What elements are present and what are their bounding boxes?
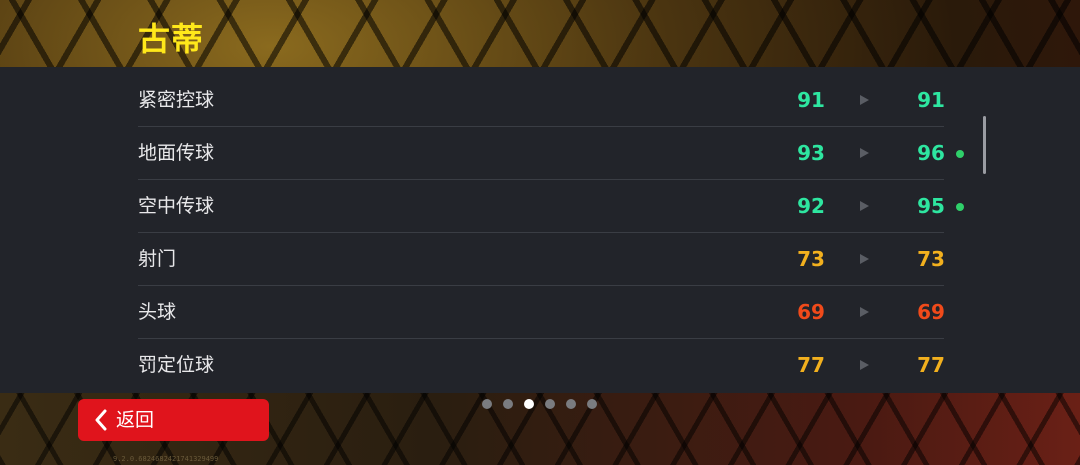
stats-panel: 紧密控球 91 91 地面传球 93 96 空中传球 92 95 射门 73 73 头球 69 69 罚定位球… xyxy=(0,67,1080,393)
arrow-right-icon xyxy=(860,360,869,370)
upgrade-dot-icon xyxy=(956,203,964,211)
stat-label: 罚定位球 xyxy=(138,354,215,376)
player-name: 古蒂 xyxy=(138,20,205,58)
back-button[interactable]: 返回 xyxy=(78,399,269,441)
arrow-right-icon xyxy=(860,307,869,317)
stat-label: 射门 xyxy=(138,248,177,270)
stat-row: 地面传球 93 96 xyxy=(138,127,964,180)
stat-value-after: 73 xyxy=(917,247,945,271)
page-dot[interactable] xyxy=(503,399,513,409)
arrow-right-icon xyxy=(860,201,869,211)
stat-value-before: 91 xyxy=(797,88,825,112)
stat-value-before: 93 xyxy=(797,141,825,165)
page-dot[interactable] xyxy=(524,399,534,409)
stat-value-after: 69 xyxy=(917,300,945,324)
stat-label: 紧密控球 xyxy=(138,89,215,111)
arrow-right-icon xyxy=(860,95,869,105)
stat-value-before: 73 xyxy=(797,247,825,271)
stat-row: 空中传球 92 95 xyxy=(138,180,964,233)
upgrade-dot-icon xyxy=(956,150,964,158)
page-dot[interactable] xyxy=(482,399,492,409)
chevron-left-icon xyxy=(95,409,107,431)
stat-value-after: 91 xyxy=(917,88,945,112)
stat-row: 头球 69 69 xyxy=(138,286,945,339)
page-dot[interactable] xyxy=(545,399,555,409)
arrow-right-icon xyxy=(860,254,869,264)
stat-label: 地面传球 xyxy=(138,142,215,164)
version-text: 9.2.0.6824682421741329499 xyxy=(113,455,219,463)
arrow-right-icon xyxy=(860,148,869,158)
stat-value-after: 95 xyxy=(917,194,945,218)
stat-label: 头球 xyxy=(138,301,177,323)
stat-row: 射门 73 73 xyxy=(138,233,945,286)
stat-value-after: 77 xyxy=(917,353,945,377)
page-dot[interactable] xyxy=(566,399,576,409)
stat-row: 紧密控球 91 91 xyxy=(138,74,945,127)
page-dot[interactable] xyxy=(587,399,597,409)
stat-row: 罚定位球 77 77 xyxy=(138,339,945,392)
stat-value-before: 69 xyxy=(797,300,825,324)
stat-value-after: 96 xyxy=(917,141,945,165)
scrollbar[interactable] xyxy=(983,116,986,174)
stat-value-before: 92 xyxy=(797,194,825,218)
stat-value-before: 77 xyxy=(797,353,825,377)
stat-label: 空中传球 xyxy=(138,195,215,217)
back-button-label: 返回 xyxy=(116,409,155,431)
